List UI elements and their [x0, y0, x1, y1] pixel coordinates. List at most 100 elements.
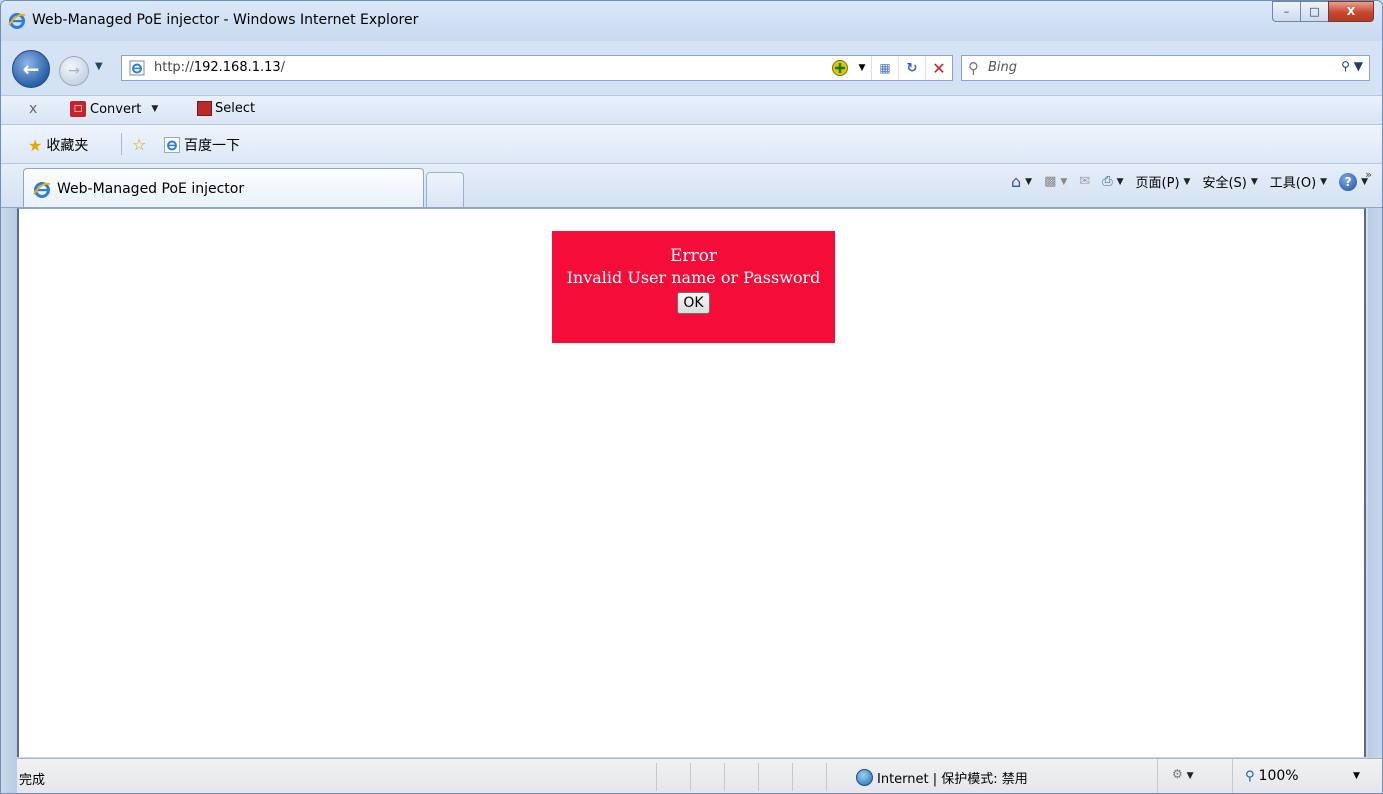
favorites-label: 收藏夹: [46, 138, 89, 154]
minimize-button[interactable]: –: [1272, 1, 1300, 22]
ie-logo-icon: [8, 13, 26, 29]
addon-dropdown[interactable]: ▼: [853, 56, 871, 80]
home-button[interactable]: ⌂ ▼: [1011, 172, 1032, 191]
status-pane: [724, 763, 758, 791]
chevron-down-icon: ▼: [1183, 176, 1191, 187]
tools-menu[interactable]: 工具(O) ▼: [1270, 172, 1327, 191]
minimize-icon: –: [1283, 5, 1290, 18]
address-toolbar: ← → ▼ http://192.168.1.13/ ▼ ▦ ↻ ✕ ⚲ Bin…: [1, 45, 1382, 91]
favorite-link-label: 百度一下: [184, 138, 240, 154]
print-button[interactable]: ⎙ ▼: [1102, 174, 1123, 189]
refresh-icon: ↻: [906, 60, 918, 76]
more-commands-icon[interactable]: »: [1365, 168, 1372, 181]
url-host: 192.168.1.13: [193, 60, 281, 75]
page-menu[interactable]: 页面(P) ▼: [1136, 172, 1191, 191]
chevron-down-icon: ▼: [1116, 176, 1124, 187]
page-content: Error Invalid User name or Password OK: [17, 208, 1366, 757]
tools-menu-label: 工具(O): [1269, 176, 1317, 191]
title-bar: Web-Managed PoE injector - Windows Inter…: [1, 1, 1382, 41]
add-favorite-button[interactable]: ☆: [132, 135, 146, 154]
chevron-down-icon[interactable]: ▼: [1353, 771, 1360, 781]
address-tools: ▼ ▦ ↻ ✕: [827, 56, 952, 80]
pdf-toolbar: x □ Convert ▼ Select: [1, 95, 1382, 125]
chevron-down-icon: ▼: [1250, 176, 1258, 187]
select-icon: [197, 101, 212, 116]
stop-button[interactable]: ✕: [925, 56, 952, 80]
help-icon: ?: [1339, 172, 1358, 191]
refresh-button[interactable]: ↻: [898, 56, 925, 80]
convert-label: Convert: [90, 101, 142, 117]
status-pane: [656, 763, 690, 791]
chevron-down-icon: ▼: [1060, 176, 1068, 187]
convert-button[interactable]: □ Convert ▼: [70, 101, 158, 117]
error-title: Error: [669, 246, 718, 266]
lock-icon: ⚙: [1172, 767, 1183, 781]
compatibility-view-button[interactable]: ▦: [871, 56, 898, 80]
tab-bar: Web-Managed PoE injector ⌂ ▼ ▩ ▼ ✉ ⎙ ▼ 页面(P…: [1, 164, 1382, 208]
new-tab-button[interactable]: [426, 172, 464, 207]
compatibility-button[interactable]: [827, 56, 853, 80]
add-favorite-icon: ☆: [132, 135, 147, 154]
ok-button[interactable]: OK: [677, 292, 710, 314]
search-provider-icon: ⚲: [968, 59, 979, 77]
zoom-icon: ⚲: [1245, 768, 1255, 784]
safety-menu[interactable]: 安全(S) ▼: [1202, 172, 1257, 191]
close-icon: X: [1346, 5, 1356, 18]
command-bar: ⌂ ▼ ▩ ▼ ✉ ⎙ ▼ 页面(P) ▼ 安全(S) ▼ 工具(O) ▼ ? ▼: [1011, 172, 1368, 191]
chevron-down-icon: ▼: [858, 63, 866, 73]
select-button[interactable]: Select: [197, 101, 255, 116]
maximize-icon: □: [1309, 5, 1320, 18]
globe-icon: [856, 769, 873, 786]
mail-icon: ✉: [1079, 174, 1091, 189]
status-text: 完成: [19, 773, 46, 788]
addon-icon: [832, 60, 848, 76]
chevron-down-icon: ▼: [1025, 176, 1033, 187]
zone-text: Internet | 保护模式: 禁用: [877, 772, 1028, 787]
close-button[interactable]: X: [1328, 1, 1374, 22]
page-icon: [129, 60, 145, 76]
error-message: Invalid User name or Password: [566, 268, 821, 287]
status-pane: [758, 763, 792, 791]
stop-icon: ✕: [932, 58, 946, 78]
search-input[interactable]: Bing: [988, 60, 1017, 75]
maximize-button[interactable]: □: [1300, 1, 1328, 22]
rss-icon: ▩: [1044, 174, 1057, 189]
star-icon: ★: [28, 135, 43, 155]
printer-icon: ⎙: [1102, 174, 1113, 189]
feeds-button[interactable]: ▩ ▼: [1044, 174, 1067, 189]
close-toolbar-button[interactable]: x: [29, 101, 37, 117]
favorites-button[interactable]: ★ 收藏夹: [28, 135, 88, 155]
divider: [1232, 759, 1233, 793]
chevron-down-icon: ▼: [1320, 176, 1328, 187]
window-title: Web-Managed PoE injector - Windows Inter…: [32, 12, 419, 28]
back-button[interactable]: ←: [12, 50, 50, 88]
url-path: /: [280, 60, 286, 75]
favorites-bar: ★ 收藏夹 ☆ 百度一下: [1, 125, 1382, 164]
search-box[interactable]: ⚲ Bing ⚲ ▼: [961, 55, 1370, 81]
tab-web-managed-poe[interactable]: Web-Managed PoE injector: [23, 168, 424, 207]
search-icon[interactable]: ⚲ ▼: [1341, 59, 1363, 73]
chevron-down-icon: ▼: [1186, 771, 1194, 781]
pdf-icon: □: [70, 101, 86, 117]
recent-pages-dropdown[interactable]: ▼: [95, 61, 103, 72]
select-label: Select: [215, 101, 256, 116]
favorite-link-baidu[interactable]: 百度一下: [164, 135, 240, 155]
mail-button[interactable]: ✉: [1079, 174, 1090, 189]
status-pane: [792, 763, 826, 791]
status-bar: 完成 Internet | 保护模式: 禁用 ⚙ ▼ ⚲ 100% ▼: [17, 758, 1382, 793]
forward-arrow-icon: →: [68, 63, 80, 79]
url-text[interactable]: http://192.168.1.13/: [154, 60, 285, 75]
chevron-down-icon: ▼: [151, 104, 159, 114]
security-zone[interactable]: Internet | 保护模式: 禁用: [856, 768, 1028, 787]
zoom-button[interactable]: ⚲ 100%: [1245, 768, 1299, 784]
address-bar[interactable]: http://192.168.1.13/ ▼ ▦ ↻ ✕: [121, 55, 953, 81]
status-panes: [656, 763, 860, 791]
left-frame: [1, 208, 17, 793]
help-menu[interactable]: ? ▼: [1339, 172, 1368, 191]
protected-mode-button[interactable]: ⚙ ▼: [1172, 767, 1194, 781]
home-icon: ⌂: [1011, 172, 1022, 191]
url-scheme: http://: [154, 60, 194, 75]
broken-page-icon: ▦: [879, 61, 891, 75]
forward-button[interactable]: →: [59, 56, 89, 86]
error-dialog: Error Invalid User name or Password OK: [552, 231, 835, 343]
